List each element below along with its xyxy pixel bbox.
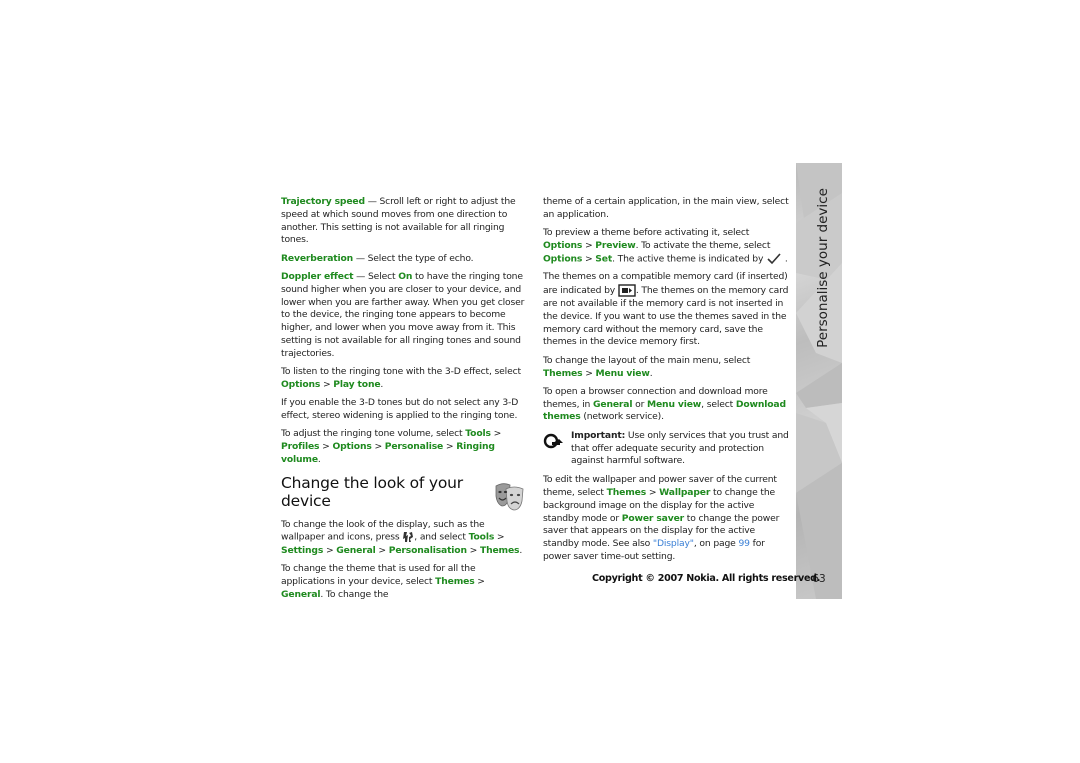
left-column: Trajectory speed — Scroll left or right … — [281, 196, 529, 607]
term: Doppler effect — [281, 270, 354, 282]
doppler-paragraph: Doppler effect — Select On to have the r… — [281, 270, 525, 359]
memory-card-paragraph: The themes on a compatible memory card (… — [543, 271, 789, 348]
volume-paragraph: To adjust the ringing tone volume, selec… — [281, 428, 502, 465]
menu-layout-paragraph: To change the layout of the main menu, s… — [543, 354, 751, 379]
copyright: Copyright © 2007 Nokia. All rights reser… — [592, 573, 821, 584]
memory-card-icon — [618, 284, 636, 297]
important-label: Important: — [571, 429, 626, 441]
theme-all-apps-paragraph: To change the theme that is used for all… — [281, 563, 485, 600]
theme-app-paragraph: theme of a certain application, in the m… — [543, 196, 789, 220]
wallpaper-paragraph: To edit the wallpaper and power saver of… — [543, 474, 780, 562]
play-tone-paragraph: To listen to the ringing tone with the 3… — [281, 366, 521, 390]
reverberation-paragraph: Reverberation — Select the type of echo. — [281, 252, 474, 264]
important-note: Important: Use only services that you tr… — [543, 430, 791, 468]
checkmark-icon — [767, 253, 781, 264]
display-link[interactable]: "Display" — [653, 538, 694, 549]
right-column: theme of a certain application, in the m… — [543, 196, 791, 569]
stereo-paragraph: If you enable the 3-D tones but do not s… — [281, 397, 519, 421]
preview-paragraph: To preview a theme before activating it,… — [543, 227, 788, 265]
change-look-paragraph: To change the look of the display, such … — [281, 518, 523, 556]
section-heading: Change the look of your device — [281, 473, 463, 510]
important-icon — [543, 433, 563, 448]
term: Trajectory speed — [281, 196, 365, 207]
theater-masks-icon — [495, 482, 524, 511]
section-heading-wrap: Change the look of your device — [281, 473, 529, 511]
menu-key-icon — [403, 532, 414, 543]
download-paragraph: To open a browser connection and downloa… — [543, 385, 786, 423]
section-title-vertical: Personalise your device — [815, 188, 831, 348]
page-link[interactable]: 99 — [738, 538, 750, 549]
term: Reverberation — [281, 252, 354, 264]
trajectory-speed-paragraph: Trajectory speed — Scroll left or right … — [281, 196, 516, 246]
